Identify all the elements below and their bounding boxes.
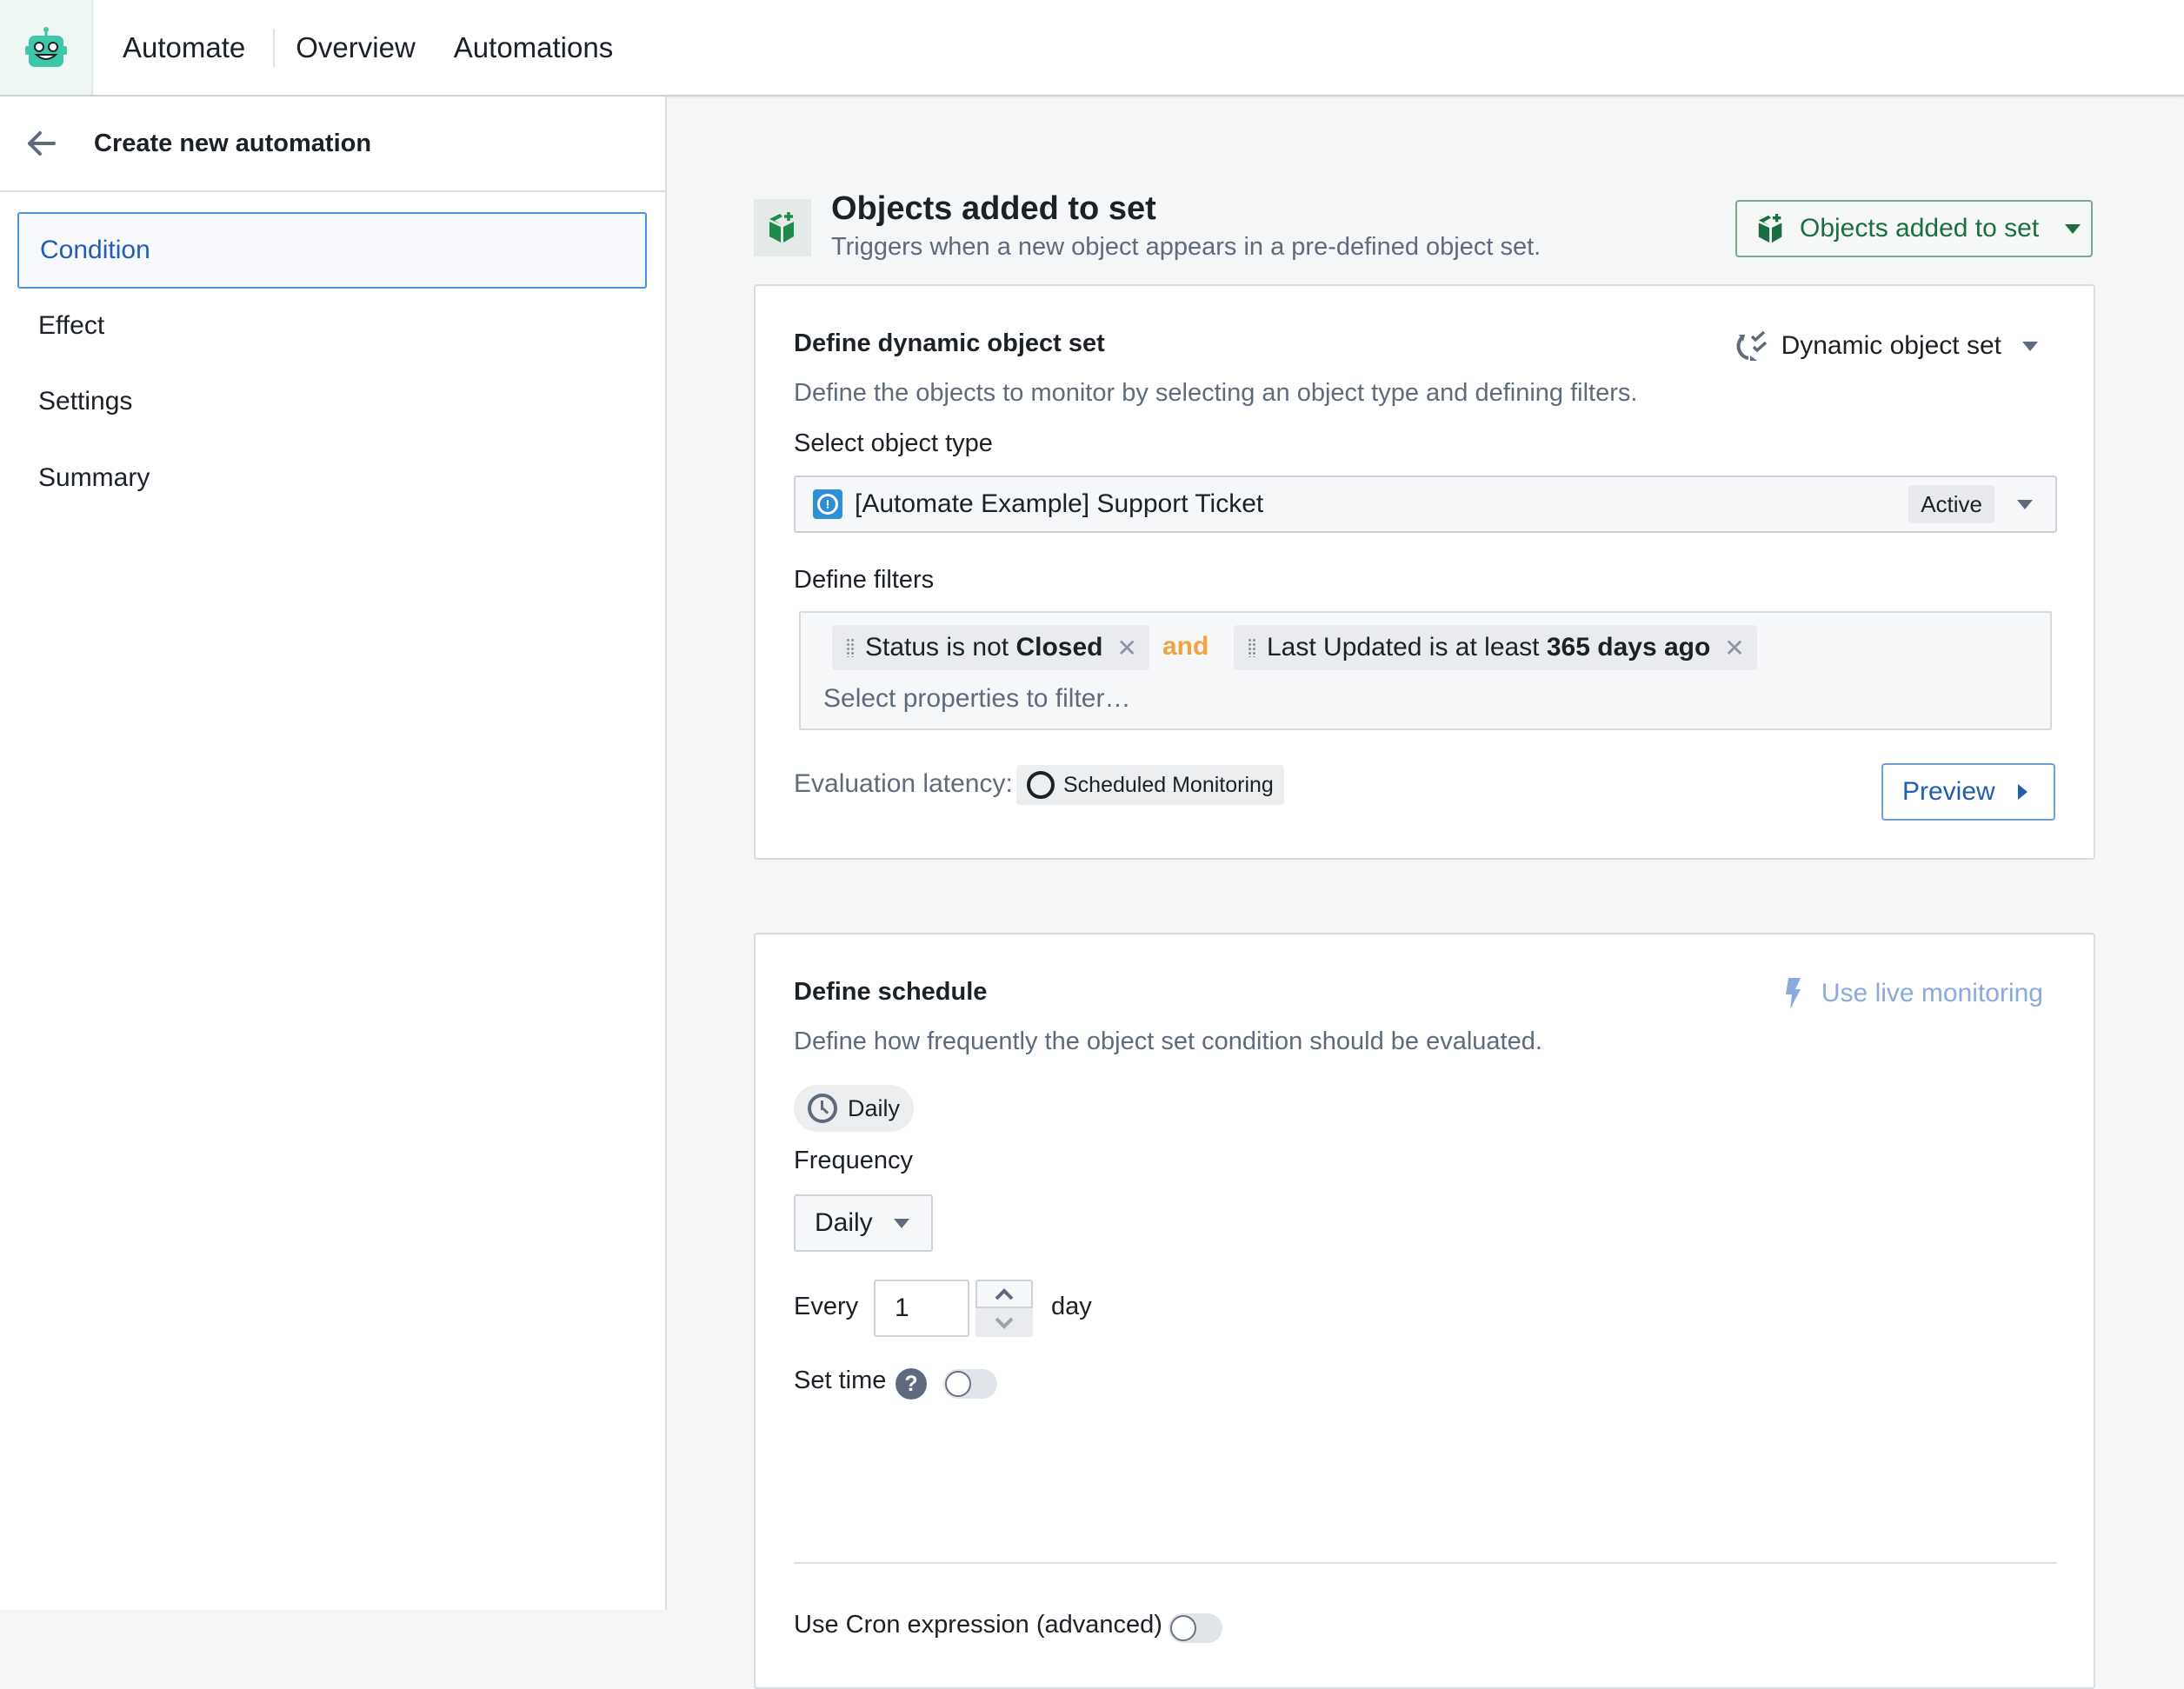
nav-link-overview[interactable]: Overview [296, 29, 416, 67]
remove-filter-icon[interactable]: ✕ [1116, 634, 1136, 662]
drag-handle-icon[interactable] [846, 638, 855, 657]
frequency-select[interactable]: Daily [794, 1194, 933, 1252]
help-icon[interactable]: ? [896, 1368, 927, 1400]
cron-label: Use Cron expression (advanced) [794, 1611, 1162, 1639]
caret-down-icon [894, 1219, 909, 1228]
filter-placeholder[interactable]: Select properties to filter… [823, 684, 1130, 714]
filter-chip[interactable]: Last Updated is at least 365 days ago ✕ [1234, 625, 1757, 670]
app-name[interactable]: Automate [123, 29, 275, 67]
sidebar-header: Create new automation [0, 96, 665, 192]
app-logo[interactable] [0, 0, 93, 95]
sidebar-title: Create new automation [94, 130, 371, 158]
increment-button[interactable] [975, 1280, 1033, 1308]
object-set-description: Define the objects to monitor by selecti… [794, 379, 1637, 408]
filters-label: Define filters [794, 566, 934, 595]
latency-tag: Scheduled Monitoring [1016, 765, 1284, 805]
schedule-card: Define schedule Use live monitoring Defi… [754, 933, 2095, 1689]
trigger-subtitle: Triggers when a new object appears in a … [831, 233, 1541, 262]
filters-input[interactable]: Status is not Closed ✕ and Last Updated … [799, 611, 2052, 730]
sidebar-item-effect[interactable]: Effect [17, 288, 647, 364]
caret-down-icon [2017, 500, 2033, 509]
sidebar-item-label: Settings [38, 387, 132, 416]
latency-label: Evaluation latency: [794, 769, 1013, 799]
drag-handle-icon[interactable] [1248, 638, 1256, 657]
live-monitoring-label: Use live monitoring [1821, 979, 2043, 1008]
set-time-label: Set time [794, 1366, 886, 1395]
sidebar-item-label: Effect [38, 311, 104, 341]
remove-filter-icon[interactable]: ✕ [1724, 634, 1744, 662]
object-set-card: Define dynamic object set Dynamic object… [754, 284, 2095, 860]
robot-icon [23, 25, 69, 70]
decrement-button[interactable] [975, 1308, 1033, 1337]
trigger-type-value: Objects added to set [1800, 214, 2039, 243]
object-set-mode-select[interactable]: Dynamic object set [1736, 329, 2038, 362]
chevron-down-icon [994, 1317, 1015, 1329]
every-stepper[interactable] [975, 1280, 1033, 1337]
sidebar-item-settings[interactable]: Settings [17, 363, 647, 440]
object-type-select[interactable]: ! [Automate Example] Support Ticket Acti… [794, 475, 2057, 533]
latency-value: Scheduled Monitoring [1063, 773, 1274, 798]
filter-conjunction: and [1162, 632, 1209, 662]
top-navbar: Automate Overview Automations [0, 0, 2184, 96]
back-button[interactable] [26, 130, 78, 156]
cube-add-icon [768, 211, 797, 244]
nav-link-automations[interactable]: Automations [454, 29, 613, 67]
toggle-knob [945, 1371, 971, 1397]
filter-chip-text: Last Updated is at least [1267, 633, 1547, 662]
sidebar-item-condition[interactable]: Condition [17, 212, 647, 289]
object-set-title: Define dynamic object set [794, 329, 1105, 358]
every-label: Every [794, 1293, 858, 1321]
circle-icon [1027, 771, 1055, 799]
schedule-title: Define schedule [794, 978, 987, 1007]
sidebar-item-label: Condition [40, 236, 150, 265]
schedule-pill: Daily [794, 1085, 914, 1132]
status-badge: Active [1908, 485, 1994, 523]
divider [794, 1562, 2057, 1564]
trigger-type-icon-box [754, 199, 811, 256]
live-monitoring-link[interactable]: Use live monitoring [1783, 978, 2043, 1009]
object-type-label: Select object type [794, 429, 993, 458]
cron-toggle[interactable] [1169, 1613, 1222, 1643]
lightning-icon [1783, 978, 1802, 1009]
trigger-type-select[interactable]: Objects added to set [1735, 200, 2093, 257]
arrow-left-icon [26, 130, 57, 156]
set-time-toggle[interactable] [943, 1369, 997, 1399]
frequency-label: Frequency [794, 1147, 913, 1175]
every-unit: day [1051, 1293, 1092, 1321]
preview-label: Preview [1902, 777, 1995, 807]
filter-chip-value: 365 days ago [1547, 633, 1710, 662]
clock-icon [808, 1094, 837, 1123]
toggle-knob [1170, 1615, 1196, 1641]
caret-right-icon [2018, 784, 2028, 800]
sync-check-icon [1736, 329, 1769, 362]
main-content: Objects added to set Triggers when a new… [669, 96, 2184, 1610]
sidebar-item-label: Summary [38, 463, 150, 493]
cube-add-icon [1756, 213, 1786, 244]
schedule-pill-label: Daily [848, 1095, 900, 1122]
alert-circle-icon: ! [813, 489, 842, 519]
caret-down-icon [2065, 224, 2081, 234]
every-input[interactable]: 1 [874, 1280, 969, 1337]
filter-chip[interactable]: Status is not Closed ✕ [832, 625, 1149, 670]
caret-down-icon [2022, 342, 2038, 351]
filter-chip-value: Closed [1015, 633, 1102, 662]
filter-chip-text: Status is not [865, 633, 1015, 662]
trigger-title: Objects added to set [831, 190, 1156, 228]
sidebar-item-summary[interactable]: Summary [17, 440, 647, 516]
preview-button[interactable]: Preview [1881, 763, 2055, 821]
schedule-description: Define how frequently the object set con… [794, 1027, 1542, 1056]
frequency-value: Daily [815, 1208, 873, 1238]
object-set-mode-value: Dynamic object set [1781, 331, 2001, 361]
object-type-value: [Automate Example] Support Ticket [855, 489, 1263, 519]
sidebar: Create new automation Condition Effect S… [0, 96, 667, 1610]
chevron-up-icon [994, 1288, 1015, 1300]
